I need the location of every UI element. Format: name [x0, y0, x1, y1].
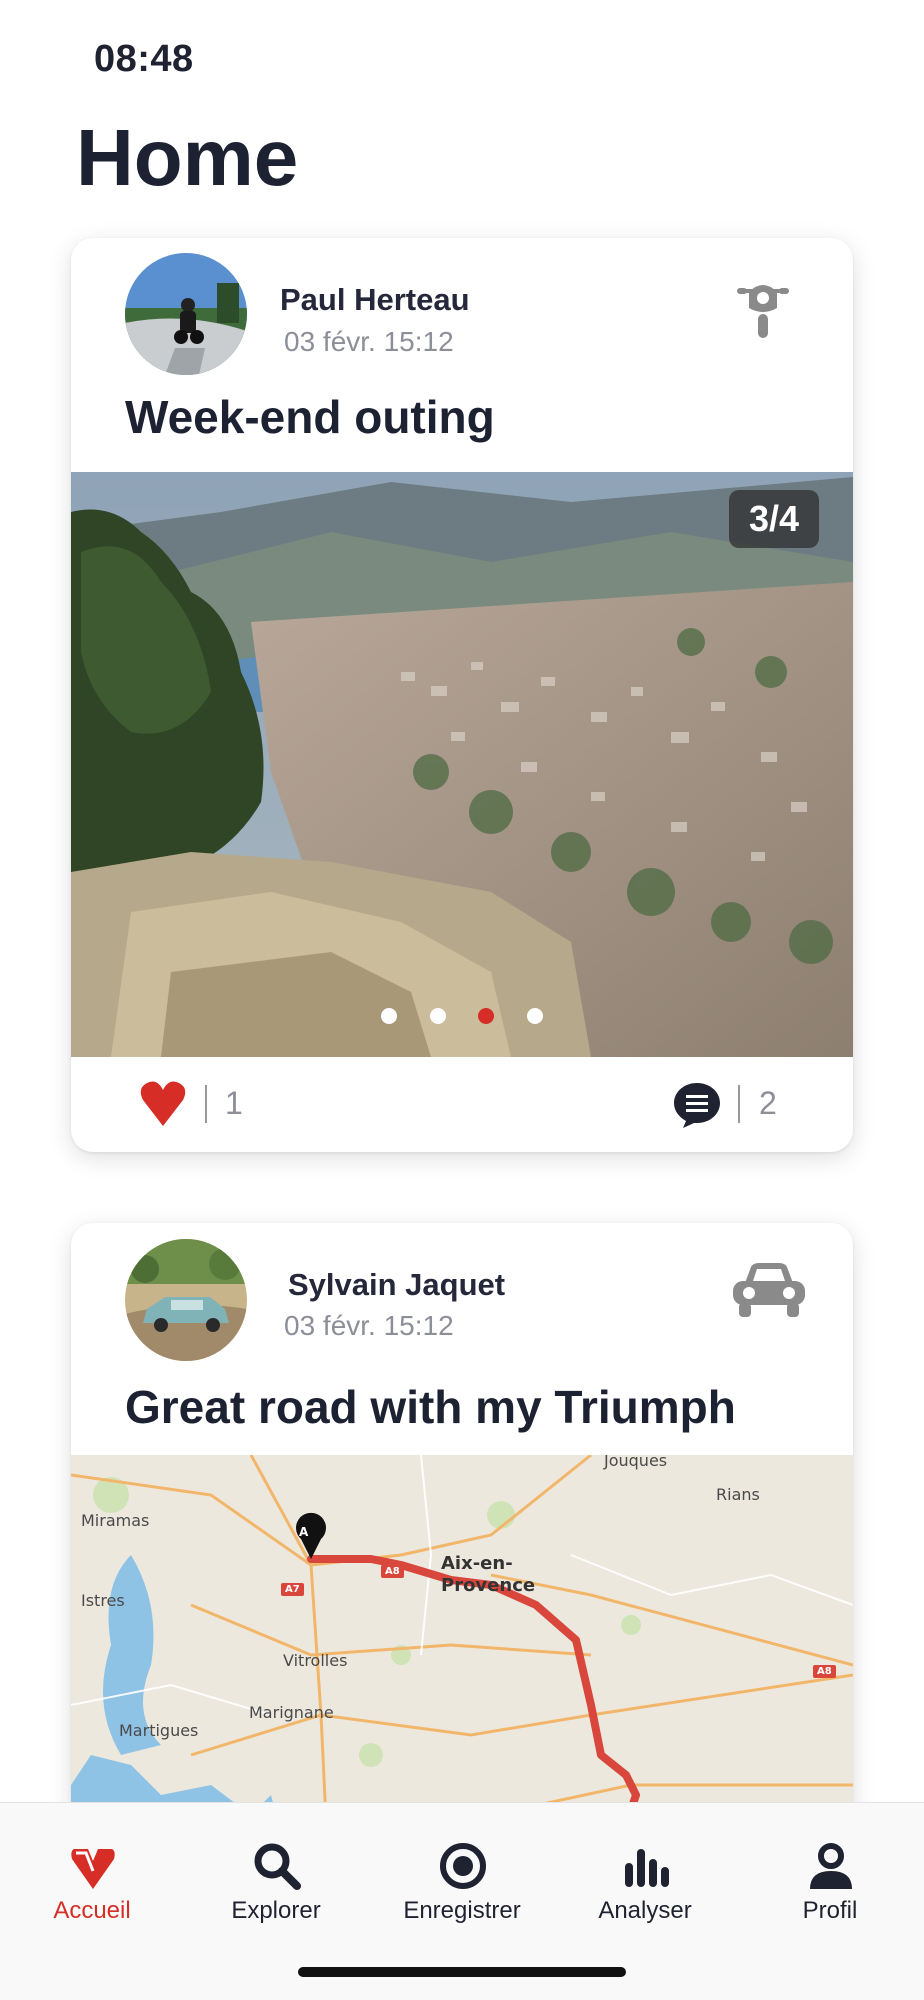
- map-place-label: Aix-en-Provence: [441, 1553, 536, 1596]
- pagination-dot[interactable]: [381, 1008, 398, 1024]
- avatar[interactable]: [125, 1239, 247, 1361]
- avatar[interactable]: [125, 253, 247, 375]
- tab-analyser[interactable]: Analyser: [553, 1803, 737, 1924]
- map-place-label: Vitrolles: [283, 1651, 348, 1670]
- comment-count: 2: [759, 1085, 777, 1121]
- map-place-label: Istres: [81, 1591, 125, 1610]
- road-badge: A8: [813, 1665, 836, 1678]
- tab-profil[interactable]: Profil: [738, 1803, 922, 1924]
- pagination-dot-active[interactable]: [478, 1008, 495, 1024]
- status-bar-time: 08:48: [94, 38, 194, 80]
- tab-label: Analyser: [598, 1897, 692, 1924]
- pagination-dot[interactable]: [526, 1008, 543, 1024]
- bar-chart-icon: [621, 1841, 671, 1891]
- tab-enregistrer[interactable]: Enregistrer: [370, 1803, 554, 1924]
- tab-label: Enregistrer: [403, 1897, 521, 1924]
- map-place-label: Jouques: [604, 1455, 668, 1470]
- tab-label: Explorer: [231, 1897, 321, 1924]
- map-place-label: Miramas: [81, 1511, 150, 1530]
- road-badge: A7: [281, 1583, 304, 1596]
- tab-accueil[interactable]: Accueil: [0, 1803, 184, 1924]
- start-marker[interactable]: A: [299, 1525, 308, 1539]
- comment-icon[interactable]: [672, 1081, 722, 1129]
- tab-explorer[interactable]: Explorer: [184, 1803, 368, 1924]
- pagination-dot[interactable]: [429, 1008, 446, 1024]
- motorcycle-icon: [735, 274, 791, 340]
- map-place-label: Marignane: [249, 1703, 334, 1722]
- post-date: 03 févr. 15:12: [284, 1310, 454, 1341]
- car-icon: [731, 1263, 807, 1319]
- post-photo[interactable]: 3/4: [71, 472, 853, 1057]
- home-pin-icon: [68, 1841, 118, 1891]
- map-place-label: Martigues: [119, 1721, 199, 1740]
- photo-pagination[interactable]: [71, 1008, 853, 1029]
- tab-label: Accueil: [53, 1897, 131, 1924]
- search-icon: [252, 1841, 302, 1891]
- post-footer: 1 2: [71, 1057, 853, 1152]
- post-title[interactable]: Great road with my Triumph: [125, 1380, 736, 1434]
- like-count: 1: [225, 1085, 243, 1121]
- photo-counter: 3/4: [728, 490, 819, 548]
- road-badge: A8: [381, 1565, 404, 1578]
- divider: [205, 1085, 207, 1123]
- author-name[interactable]: Sylvain Jaquet: [288, 1267, 505, 1303]
- post-date: 03 févr. 15:12: [284, 326, 454, 357]
- author-name[interactable]: Paul Herteau: [280, 282, 470, 318]
- tab-label: Profil: [802, 1897, 858, 1924]
- profile-icon: [806, 1841, 856, 1891]
- page-title: Home: [76, 113, 299, 202]
- post-title[interactable]: Week-end outing: [125, 390, 495, 444]
- heart-icon[interactable]: [139, 1080, 187, 1126]
- record-icon: [438, 1841, 488, 1891]
- divider: [738, 1085, 740, 1123]
- home-indicator[interactable]: [298, 1967, 626, 1977]
- map-place-label: Rians: [716, 1485, 760, 1504]
- post-card[interactable]: Paul Herteau 03 févr. 15:12 Week-end out…: [71, 238, 853, 1152]
